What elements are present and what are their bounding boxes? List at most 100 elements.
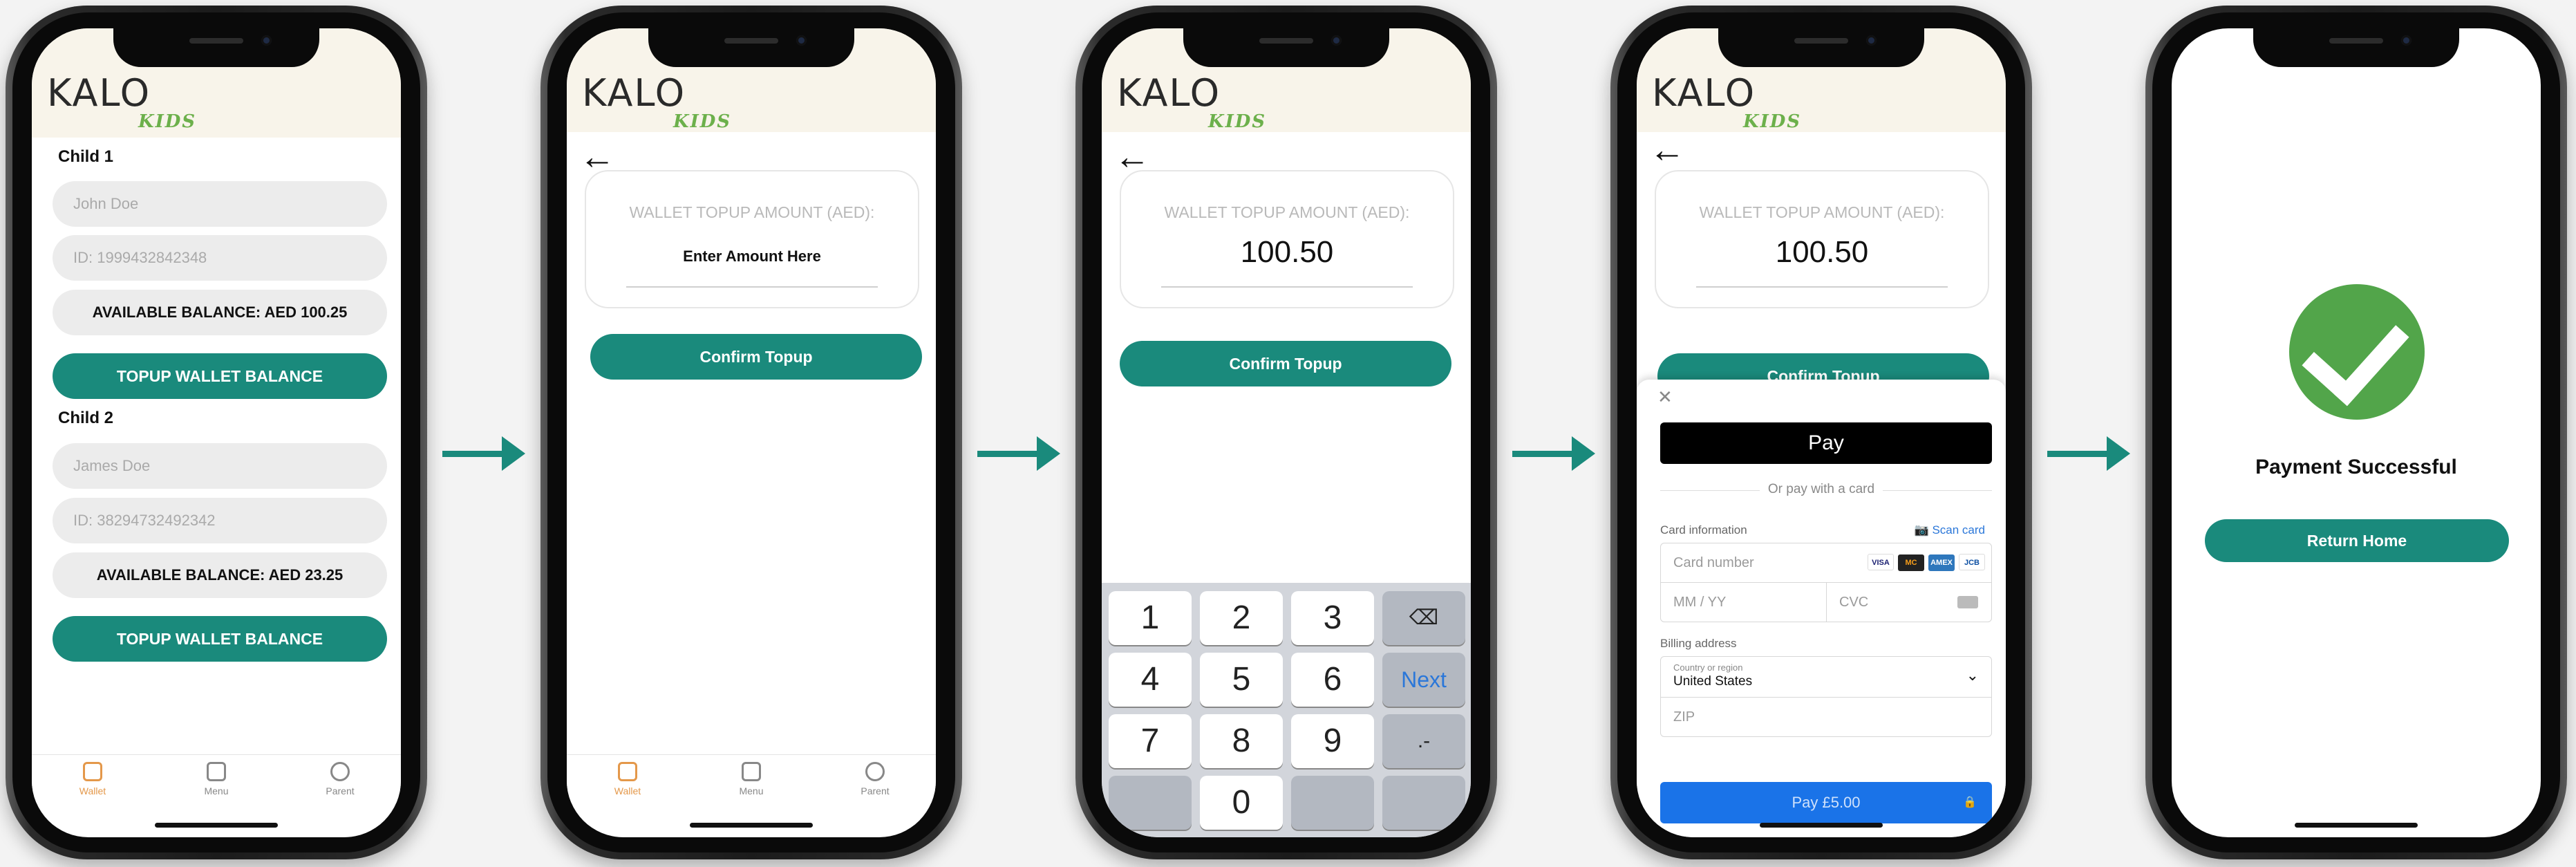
topup-amount-label: WALLET TOPUP AMOUNT (AED): [1164, 203, 1410, 221]
lock-icon: 🔒 [1963, 796, 1977, 808]
wallet-icon [83, 762, 102, 781]
topup-amount-card: WALLET TOPUP AMOUNT (AED): 100.50 [1120, 170, 1454, 308]
key-0[interactable]: 0 [1200, 776, 1283, 830]
kalo-kids-logo: KALO KIDS [1117, 71, 1267, 132]
flow-arrow-icon [442, 436, 525, 471]
key-next[interactable]: Next [1382, 653, 1465, 707]
key-blank [1109, 776, 1192, 830]
child1-balance: AVAILABLE BALANCE: AED 100.25 [53, 290, 387, 335]
back-arrow-icon[interactable]: ← [1649, 132, 1685, 168]
apple-pay-button[interactable]: Pay [1660, 422, 1992, 464]
tab-parent[interactable]: Parent [847, 762, 903, 796]
confirm-topup-button[interactable]: Confirm Topup [590, 334, 922, 380]
tab-parent[interactable]: Parent [312, 762, 368, 796]
user-icon [865, 762, 885, 781]
flow-arrow-icon [977, 436, 1060, 471]
key-decimal[interactable]: .- [1382, 714, 1465, 768]
child2-topup-button[interactable]: TOPUP WALLET BALANCE [53, 616, 387, 662]
kalo-kids-logo: KALO KIDS [1652, 71, 1802, 132]
amount-input[interactable]: 100.50 [1656, 235, 1988, 270]
home-indicator [1760, 823, 1883, 828]
country-select[interactable]: Country or region United States ⌄ [1660, 656, 1992, 698]
notch [648, 28, 854, 67]
key-8[interactable]: 8 [1200, 714, 1283, 768]
child2-balance: AVAILABLE BALANCE: AED 23.25 [53, 552, 387, 598]
payment-screen: KALO KIDS ← WALLET TOPUP AMOUNT (AED): 10… [1637, 28, 2006, 837]
close-icon[interactable]: ✕ [1657, 386, 1673, 408]
menu-icon [207, 762, 226, 781]
child2-name-field[interactable]: James Doe [53, 443, 387, 489]
kalo-kids-logo: KALO KIDS [582, 71, 732, 132]
confirm-topup-button[interactable]: Confirm Topup [1120, 341, 1451, 386]
child1-name-field[interactable]: John Doe [53, 181, 387, 227]
notch [2253, 28, 2459, 67]
cvc-card-icon [1957, 596, 1978, 608]
menu-icon [742, 762, 761, 781]
topup-amount-label: WALLET TOPUP AMOUNT (AED): [1699, 203, 1945, 221]
key-2[interactable]: 2 [1200, 591, 1283, 645]
phone-topup-keyboard: KALO KIDS ← WALLET TOPUP AMOUNT (AED): 10… [1075, 6, 1497, 859]
key-6[interactable]: 6 [1291, 653, 1374, 707]
key-blank [1291, 776, 1374, 830]
home-indicator [2295, 823, 2418, 828]
scan-card-link[interactable]: 📷 Scan card [1915, 523, 1985, 537]
expiry-field[interactable]: MM / YY [1660, 582, 1827, 622]
phone-success: Payment Successful Return Home [2145, 6, 2567, 859]
checkmark-icon [2289, 284, 2425, 420]
backspace-icon[interactable]: ⌫ [1382, 591, 1465, 645]
tab-bar: Wallet Menu Parent [567, 754, 936, 803]
child1-title: Child 1 [58, 147, 114, 166]
key-4[interactable]: 4 [1109, 653, 1192, 707]
notch [113, 28, 319, 67]
child2-id-field[interactable]: ID: 38294732492342 [53, 498, 387, 543]
topup-screen: KALO KIDS ← WALLET TOPUP AMOUNT (AED): En… [567, 28, 936, 837]
key-7[interactable]: 7 [1109, 714, 1192, 768]
billing-address-label: Billing address [1660, 637, 1737, 650]
tab-wallet[interactable]: Wallet [600, 762, 655, 796]
key-9[interactable]: 9 [1291, 714, 1374, 768]
camera-icon: 📷 [1914, 523, 1933, 537]
mastercard-icon: MC [1898, 554, 1924, 571]
payment-sheet: ✕ Pay Or pay with a card Card informatio… [1637, 380, 2006, 837]
chevron-down-icon: ⌄ [1966, 666, 1979, 684]
phone-payment-sheet: KALO KIDS ← WALLET TOPUP AMOUNT (AED): 10… [1610, 6, 2032, 859]
tab-bar: Wallet Menu Parent [32, 754, 401, 803]
topup-amount-card: WALLET TOPUP AMOUNT (AED): Enter Amount … [585, 170, 919, 308]
wallet-icon [618, 762, 637, 781]
topup-keyboard-screen: KALO KIDS ← WALLET TOPUP AMOUNT (AED): 10… [1102, 28, 1471, 837]
payment-success-title: Payment Successful [2255, 456, 2457, 478]
tab-wallet[interactable]: Wallet [65, 762, 120, 796]
topup-amount-card: WALLET TOPUP AMOUNT (AED): 100.50 [1655, 170, 1989, 308]
or-pay-with-card: Or pay with a card [1759, 482, 1883, 496]
user-icon [330, 762, 350, 781]
wallet-screen: KALO KIDS Child 1 John Doe ID: 1999432842… [32, 28, 401, 837]
child2-title: Child 2 [58, 409, 114, 427]
card-info-label: Card information [1660, 523, 1747, 537]
home-indicator [155, 823, 278, 828]
phone-topup-empty: KALO KIDS ← WALLET TOPUP AMOUNT (AED): En… [540, 6, 962, 859]
amount-input[interactable]: Enter Amount Here [586, 248, 918, 265]
phone-wallet: KALO KIDS Child 1 John Doe ID: 1999432842… [6, 6, 427, 859]
amex-icon: AMEX [1928, 554, 1955, 571]
tab-menu[interactable]: Menu [724, 762, 779, 796]
jcb-icon: JCB [1959, 554, 1985, 570]
key-3[interactable]: 3 [1291, 591, 1374, 645]
amount-input[interactable]: 100.50 [1121, 235, 1453, 270]
home-indicator [690, 823, 813, 828]
key-5[interactable]: 5 [1200, 653, 1283, 707]
child1-topup-button[interactable]: TOPUP WALLET BALANCE [53, 353, 387, 399]
return-home-button[interactable]: Return Home [2205, 519, 2509, 562]
flow-arrow-icon [1512, 436, 1595, 471]
topup-amount-label: WALLET TOPUP AMOUNT (AED): [629, 203, 875, 221]
card-brand-icons: VISA MC AMEX JCB [1863, 554, 1985, 571]
visa-icon: VISA [1868, 554, 1894, 570]
child1-id-field[interactable]: ID: 1999432842348 [53, 235, 387, 281]
kalo-kids-logo: KALO KIDS [47, 71, 197, 132]
numeric-keyboard: 1 2 3 ⌫ 4 5 6 Next 7 8 9 .- 0 [1102, 583, 1471, 837]
zip-field[interactable]: ZIP [1660, 697, 1992, 737]
key-blank [1382, 776, 1465, 830]
notch [1183, 28, 1389, 67]
tab-menu[interactable]: Menu [189, 762, 244, 796]
pay-button[interactable]: Pay £5.00 🔒 [1660, 782, 1992, 823]
key-1[interactable]: 1 [1109, 591, 1192, 645]
